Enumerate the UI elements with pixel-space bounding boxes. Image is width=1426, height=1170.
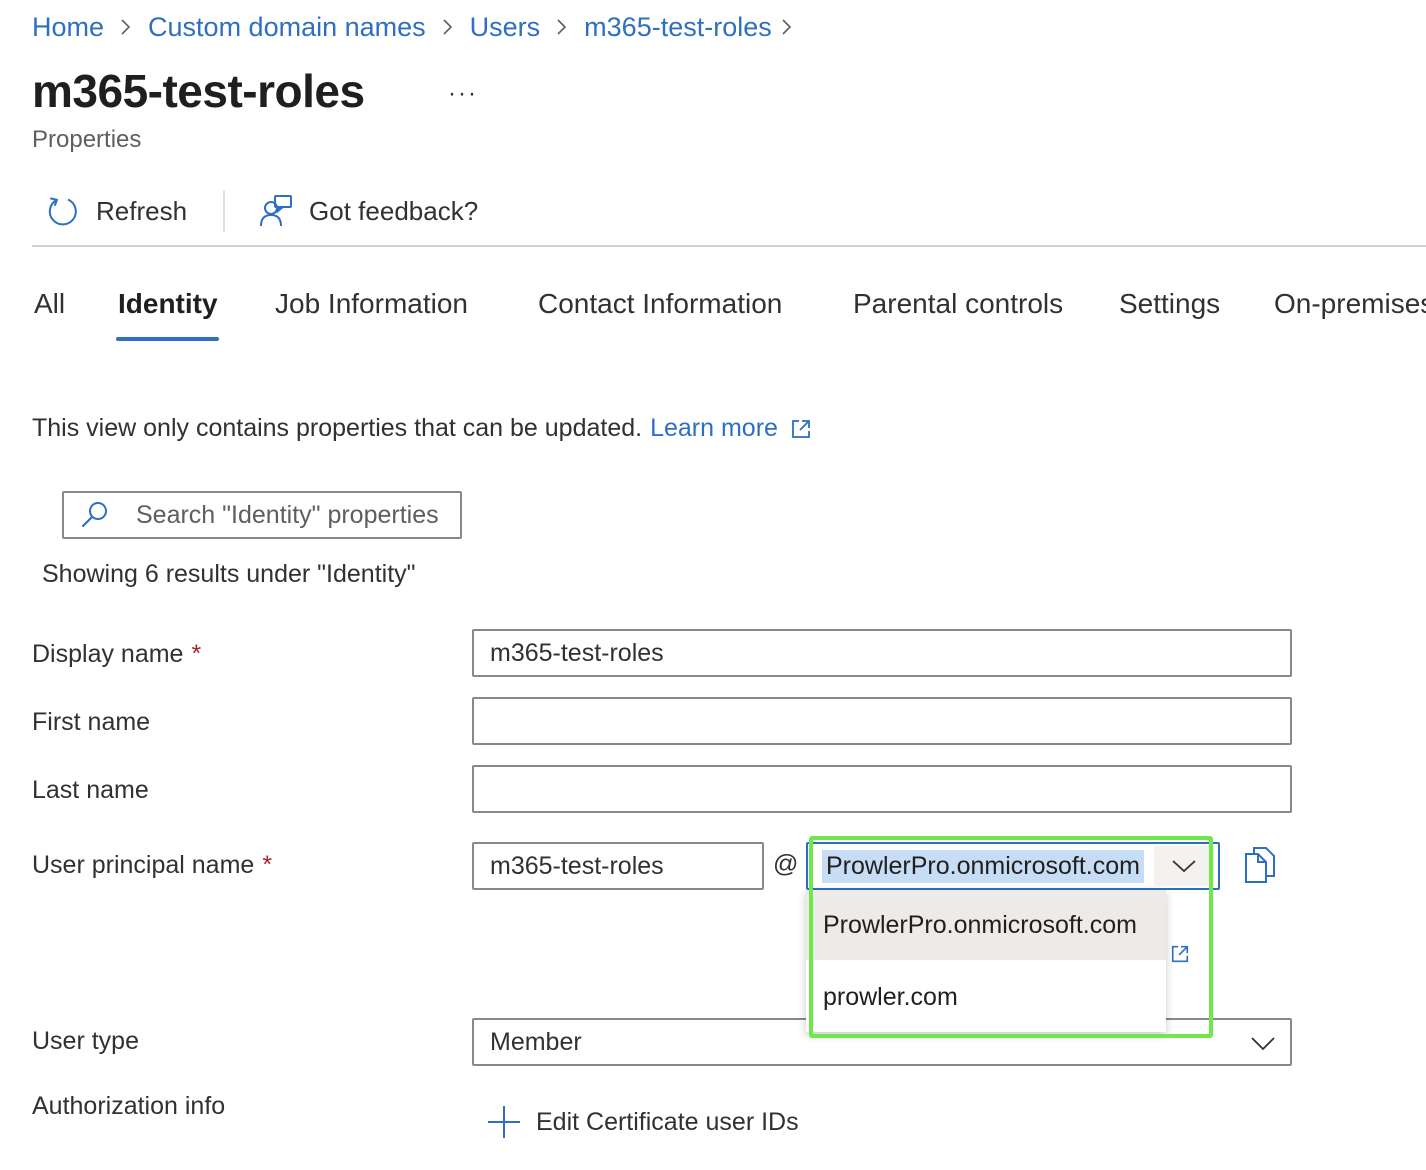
display-name-input[interactable] [490, 638, 1290, 668]
upn-local-input[interactable] [490, 851, 762, 881]
page-title: m365-test-roles [32, 65, 365, 117]
tab-all[interactable]: All [34, 288, 65, 320]
chevron-down-icon[interactable] [1154, 846, 1214, 886]
user-type-label: User type [32, 1027, 139, 1055]
feedback-button[interactable]: Got feedback? [245, 185, 478, 237]
last-name-input[interactable] [490, 774, 1290, 804]
upn-label: User principal name * [32, 851, 272, 880]
tab-identity[interactable]: Identity [118, 288, 218, 320]
chevron-right-icon [426, 18, 470, 36]
required-mark: * [262, 851, 273, 879]
refresh-icon [46, 194, 80, 228]
search-icon [80, 500, 110, 530]
domain-dropdown-list: ProwlerPro.onmicrosoft.com prowler.com [806, 890, 1166, 1032]
external-link-icon[interactable] [790, 418, 812, 440]
display-name-label-text: Display name [32, 640, 184, 668]
first-name-label: First name [32, 708, 151, 736]
tab-on-premises[interactable]: On-premises [1274, 288, 1426, 320]
at-sign: @ [773, 850, 799, 878]
domain-selected-value: ProwlerPro.onmicrosoft.com [822, 849, 1144, 883]
plus-icon [486, 1104, 522, 1140]
refresh-button[interactable]: Refresh [32, 185, 187, 237]
first-name-field [472, 697, 1292, 745]
search-box [62, 491, 462, 539]
user-type-value: Member [490, 1027, 582, 1056]
refresh-label: Refresh [96, 195, 188, 226]
last-name-label: Last name [32, 776, 149, 804]
first-name-input[interactable] [490, 706, 1290, 736]
feedback-icon [259, 194, 293, 228]
more-options-button[interactable]: ··· [448, 80, 478, 108]
active-tab-indicator [116, 337, 219, 341]
results-count: Showing 6 results under "Identity" [42, 560, 416, 588]
breadcrumb-custom-domain-names[interactable]: Custom domain names [148, 12, 426, 43]
chevron-right-icon [540, 18, 584, 36]
authorization-info-label: Authorization info [32, 1092, 226, 1120]
external-link-icon[interactable] [1170, 944, 1190, 964]
tab-parental-controls[interactable]: Parental controls [853, 288, 1063, 320]
toolbar-divider [223, 190, 226, 232]
edit-certificate-user-ids-button[interactable]: Edit Certificate user IDs [486, 1104, 799, 1140]
toolbar-divider-line [32, 245, 1426, 247]
domain-option-prowlerpro[interactable]: ProwlerPro.onmicrosoft.com [806, 890, 1166, 960]
breadcrumb-user[interactable]: m365-test-roles [584, 12, 772, 43]
chevron-right-icon [772, 18, 802, 36]
tab-job-information[interactable]: Job Information [275, 288, 468, 320]
feedback-label: Got feedback? [309, 195, 479, 226]
info-text: This view only contains properties that … [32, 414, 643, 442]
chevron-right-icon [104, 18, 148, 36]
page-subtitle: Properties [32, 126, 142, 153]
tab-bar: All Identity Job Information Contact Inf… [0, 280, 1426, 344]
chevron-down-icon [1250, 1030, 1276, 1056]
info-message: This view only contains properties that … [32, 414, 812, 443]
toolbar: Refresh Got feedback? [32, 185, 478, 237]
tab-settings[interactable]: Settings [1119, 288, 1220, 320]
copy-icon[interactable] [1242, 846, 1278, 884]
breadcrumb-users[interactable]: Users [470, 12, 541, 43]
upn-local-field [472, 842, 764, 890]
display-name-field [472, 629, 1292, 677]
display-name-label: Display name * [32, 640, 201, 669]
edit-certificate-user-ids-label: Edit Certificate user IDs [536, 1107, 799, 1136]
learn-more-link[interactable]: Learn more [650, 414, 778, 443]
tab-contact-information[interactable]: Contact Information [538, 288, 782, 320]
upn-label-text: User principal name [32, 851, 255, 879]
breadcrumb-home[interactable]: Home [32, 12, 104, 43]
required-mark: * [191, 640, 202, 668]
domain-option-prowler[interactable]: prowler.com [806, 962, 1166, 1032]
breadcrumb: Home Custom domain names Users m365-test… [32, 8, 802, 46]
domain-select[interactable]: ProwlerPro.onmicrosoft.com [806, 842, 1220, 890]
search-input[interactable] [136, 500, 456, 530]
last-name-field [472, 765, 1292, 813]
